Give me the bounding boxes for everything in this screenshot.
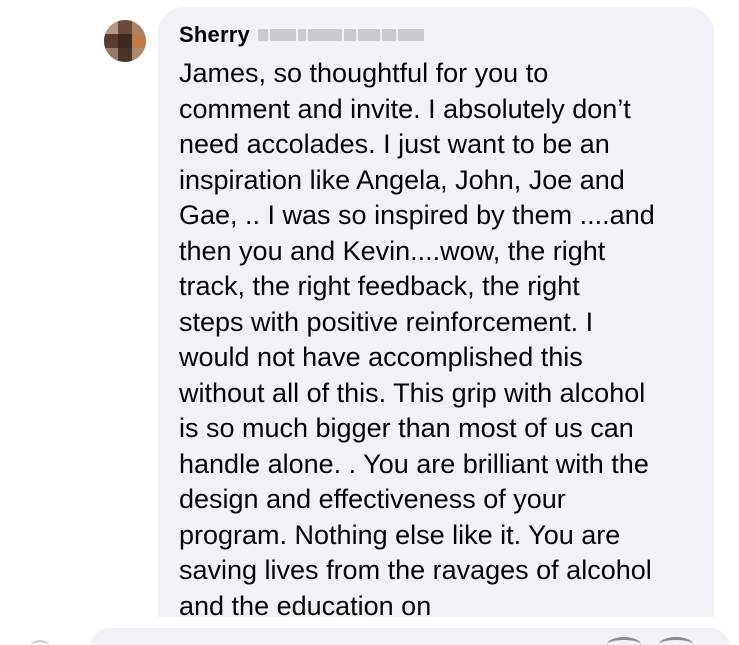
redacted-surname xyxy=(257,25,424,45)
composer-actions xyxy=(607,637,693,645)
commenter-avatar[interactable] xyxy=(104,20,146,62)
comment-body: James, so thoughtful for you to comment … xyxy=(179,58,655,621)
comment-author-row: Sherry xyxy=(179,21,424,49)
camera-icon[interactable] xyxy=(659,637,693,645)
emoji-icon[interactable] xyxy=(607,637,641,645)
comment-bubble: Sherry James, so thoughtful for you to c… xyxy=(158,7,714,645)
comment-thread: Sherry James, so thoughtful for you to c… xyxy=(0,0,739,645)
comment-author-name[interactable]: Sherry xyxy=(179,22,250,48)
